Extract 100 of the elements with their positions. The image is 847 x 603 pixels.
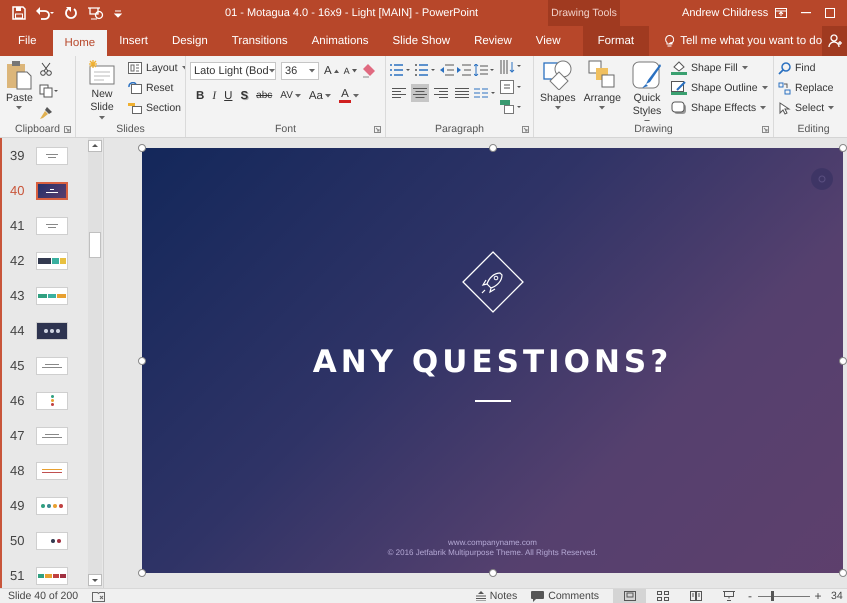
- resize-handle[interactable]: [138, 356, 146, 364]
- eraser-icon[interactable]: [362, 64, 376, 78]
- zoom-thumb[interactable]: [771, 591, 774, 601]
- slide-thumbnail[interactable]: [36, 566, 68, 584]
- slide-thumbnail[interactable]: [36, 496, 68, 514]
- font-size-field[interactable]: 36: [281, 62, 319, 80]
- slide-thumbnail[interactable]: [36, 322, 68, 340]
- dialog-launcher-icon[interactable]: [522, 126, 529, 133]
- user-name[interactable]: Andrew Childress: [682, 7, 768, 19]
- slide-thumbnail[interactable]: [36, 146, 68, 164]
- arrange-button[interactable]: Arrange: [582, 60, 623, 110]
- slide-thumbnail[interactable]: [36, 356, 68, 374]
- shrink-font-button[interactable]: A: [344, 66, 357, 76]
- shadow-button[interactable]: S: [240, 90, 248, 102]
- shape-fill-button[interactable]: Shape Fill: [670, 60, 768, 76]
- dialog-launcher-icon[interactable]: [762, 126, 769, 133]
- find-button[interactable]: Find: [778, 60, 834, 76]
- section-icon: [128, 102, 142, 114]
- slide-thumbnail[interactable]: [36, 252, 68, 270]
- reset-button[interactable]: Reset: [128, 80, 185, 96]
- font-name-field[interactable]: Lato Light (Bod: [190, 62, 276, 80]
- align-button[interactable]: [411, 84, 429, 102]
- ribbon-tab[interactable]: Design: [160, 26, 220, 56]
- italic-button[interactable]: I: [212, 90, 216, 102]
- decrease-indent-icon[interactable]: [440, 64, 454, 76]
- resize-handle[interactable]: [488, 144, 496, 152]
- ribbon-tab[interactable]: Slide Show: [380, 26, 462, 56]
- layout-button[interactable]: Layout: [128, 60, 185, 76]
- resize-handle[interactable]: [138, 144, 146, 152]
- smartart-icon[interactable]: [500, 100, 522, 114]
- numbering-icon[interactable]: [415, 64, 437, 76]
- zoom-slider[interactable]: [758, 590, 810, 602]
- maximize-icon[interactable]: [825, 8, 835, 18]
- columns-icon[interactable]: [474, 87, 496, 99]
- bullets-icon[interactable]: [390, 64, 412, 76]
- ribbon-tab[interactable]: Home: [52, 30, 108, 56]
- redo-icon[interactable]: [64, 6, 78, 20]
- ribbon-tab[interactable]: Review: [462, 26, 524, 56]
- slide-thumbnail[interactable]: [36, 426, 68, 444]
- change-case-button[interactable]: Aa: [308, 90, 331, 102]
- vertical-scrollbar[interactable]: [88, 138, 102, 588]
- slide-number: 49: [9, 498, 26, 513]
- notes-button[interactable]: Notes: [476, 590, 518, 602]
- scissors-icon[interactable]: [38, 62, 53, 76]
- ribbon-display-icon[interactable]: [775, 8, 787, 18]
- zoom-level[interactable]: 34: [831, 590, 847, 602]
- underline-button[interactable]: U: [224, 90, 232, 102]
- ribbon-tab[interactable]: View: [524, 26, 572, 56]
- comments-button[interactable]: Comments: [531, 590, 599, 602]
- scroll-up-icon[interactable]: [88, 140, 102, 152]
- slide-thumbnail[interactable]: [36, 182, 68, 200]
- paste-button[interactable]: Paste: [4, 60, 35, 110]
- dialog-launcher-icon[interactable]: [374, 126, 381, 133]
- ribbon-tab[interactable]: Format: [582, 26, 650, 56]
- slide-thumbnail[interactable]: [36, 216, 68, 234]
- bold-button[interactable]: B: [196, 90, 204, 102]
- view-button[interactable]: [613, 589, 646, 603]
- section-button[interactable]: Section: [128, 100, 185, 116]
- tell-me-field[interactable]: Tell me what you want to do: [649, 26, 822, 56]
- format-painter-icon[interactable]: [38, 106, 53, 120]
- minimize-icon[interactable]: [801, 12, 811, 14]
- ribbon-tab[interactable]: Insert: [107, 26, 160, 56]
- resize-handle[interactable]: [839, 144, 847, 152]
- grow-font-button[interactable]: A: [324, 65, 339, 77]
- scroll-thumb[interactable]: [89, 232, 101, 258]
- align-text-icon[interactable]: [500, 80, 522, 94]
- zoom-out-button[interactable]: -: [745, 589, 755, 603]
- spelling-check-icon[interactable]: [92, 590, 105, 602]
- shape-effects-button[interactable]: Shape Effects: [670, 100, 768, 116]
- ribbon-tab[interactable]: File: [0, 26, 53, 56]
- undo-icon[interactable]: [35, 6, 55, 20]
- shapes-button[interactable]: Shapes: [538, 60, 578, 110]
- customize-toolbar-icon[interactable]: [114, 8, 122, 18]
- slide-thumbnail[interactable]: [36, 286, 68, 304]
- zoom-in-button[interactable]: +: [813, 589, 823, 603]
- presenter-icon[interactable]: [87, 6, 105, 20]
- increase-indent-icon[interactable]: [457, 64, 471, 76]
- replace-button[interactable]: Replace: [778, 80, 834, 96]
- resize-handle[interactable]: [138, 569, 146, 577]
- scroll-down-icon[interactable]: [88, 574, 102, 586]
- slide-thumbnail[interactable]: [36, 532, 68, 550]
- line-spacing-icon[interactable]: [474, 64, 494, 76]
- shape-outline-button[interactable]: Shape Outline: [670, 80, 768, 96]
- ribbon-tab[interactable]: Animations: [300, 26, 381, 56]
- cursor-icon: [778, 102, 791, 114]
- quick-styles-button[interactable]: Quick Styles: [626, 60, 667, 121]
- character-spacing-button[interactable]: AV: [280, 90, 301, 101]
- resize-handle[interactable]: [839, 569, 847, 577]
- slide-thumbnail[interactable]: [36, 392, 68, 410]
- text-direction-icon[interactable]: [500, 60, 522, 74]
- save-icon[interactable]: [12, 6, 26, 20]
- strikethrough-button[interactable]: abc: [256, 90, 272, 101]
- select-button[interactable]: Select: [778, 100, 834, 116]
- ribbon-tab[interactable]: Transitions: [220, 26, 300, 56]
- new-slide-button[interactable]: New Slide: [80, 60, 124, 120]
- copy-icon[interactable]: [38, 84, 59, 98]
- dialog-launcher-icon[interactable]: [64, 126, 71, 133]
- font-color-button[interactable]: A: [338, 88, 359, 103]
- share-button[interactable]: [822, 26, 847, 56]
- slide-thumbnail[interactable]: [36, 462, 68, 480]
